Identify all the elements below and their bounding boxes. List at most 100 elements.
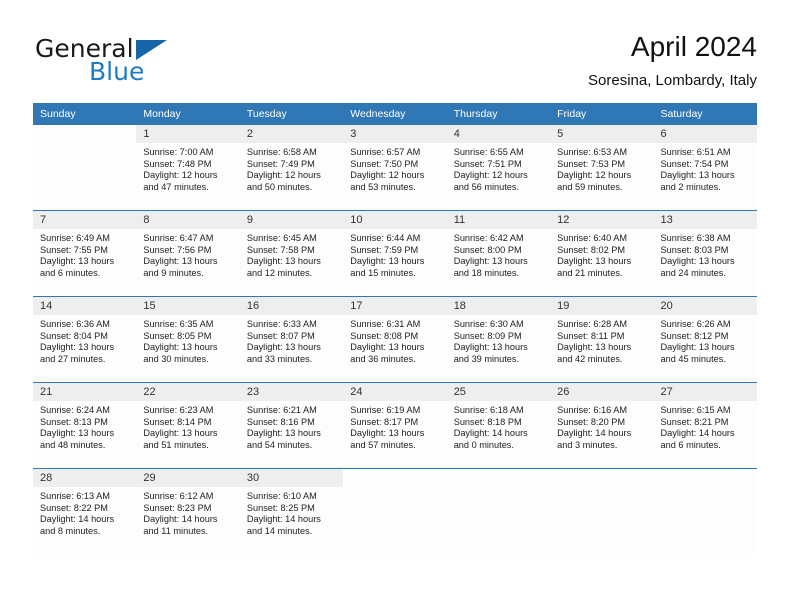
- day-number: 13: [653, 211, 757, 229]
- day-cell[interactable]: 20 Sunrise: 6:26 AM Sunset: 8:12 PM Dayl…: [653, 296, 757, 383]
- daylight-text-line2: and 15 minutes.: [350, 267, 416, 278]
- sunset-text: Sunset: 8:14 PM: [143, 416, 212, 427]
- day-details: Sunrise: 6:58 AM Sunset: 7:49 PM Dayligh…: [240, 143, 343, 193]
- day-cell[interactable]: 22 Sunrise: 6:23 AM Sunset: 8:14 PM Dayl…: [136, 382, 240, 469]
- sunset-text: Sunset: 8:08 PM: [350, 330, 419, 341]
- day-number: 18: [446, 297, 551, 315]
- day-cell[interactable]: 27 Sunrise: 6:15 AM Sunset: 8:21 PM Dayl…: [653, 382, 757, 469]
- day-number: [343, 469, 446, 487]
- day-cell[interactable]: 23 Sunrise: 6:21 AM Sunset: 8:16 PM Dayl…: [239, 382, 344, 469]
- day-details: Sunrise: 6:42 AM Sunset: 8:00 PM Dayligh…: [447, 229, 550, 279]
- daylight-text-line2: and 21 minutes.: [557, 267, 623, 278]
- daylight-text-line1: Daylight: 13 hours: [453, 342, 528, 353]
- day-number: 27: [653, 383, 757, 401]
- day-details: Sunrise: 6:23 AM Sunset: 8:14 PM Dayligh…: [136, 401, 239, 451]
- day-cell[interactable]: 16 Sunrise: 6:33 AM Sunset: 8:07 PM Dayl…: [239, 296, 344, 383]
- day-cell[interactable]: 5 Sunrise: 6:53 AM Sunset: 7:53 PM Dayli…: [550, 125, 654, 211]
- day-cell[interactable]: 18 Sunrise: 6:30 AM Sunset: 8:09 PM Dayl…: [446, 296, 551, 383]
- day-number: 23: [239, 383, 344, 401]
- day-cell[interactable]: [550, 468, 654, 554]
- day-cell[interactable]: 21 Sunrise: 6:24 AM Sunset: 8:13 PM Dayl…: [33, 382, 137, 469]
- day-details: [447, 487, 550, 491]
- day-cell[interactable]: 28 Sunrise: 6:13 AM Sunset: 8:22 PM Dayl…: [33, 468, 137, 554]
- day-details: Sunrise: 6:47 AM Sunset: 7:56 PM Dayligh…: [136, 229, 239, 279]
- daylight-text-line2: and 14 minutes.: [246, 525, 313, 536]
- weekday-header-tuesday: Tuesday: [239, 103, 344, 125]
- day-number: 20: [653, 297, 757, 315]
- day-cell[interactable]: 8 Sunrise: 6:47 AM Sunset: 7:56 PM Dayli…: [136, 210, 240, 297]
- daylight-text-line1: Daylight: 13 hours: [143, 342, 218, 353]
- day-cell[interactable]: 14 Sunrise: 6:36 AM Sunset: 8:04 PM Dayl…: [33, 296, 137, 383]
- sunrise-text: Sunrise: 6:45 AM: [246, 233, 317, 243]
- day-cell[interactable]: 30 Sunrise: 6:10 AM Sunset: 8:25 PM Dayl…: [239, 468, 344, 554]
- day-cell[interactable]: 3 Sunrise: 6:57 AM Sunset: 7:50 PM Dayli…: [343, 125, 447, 211]
- day-number: 9: [239, 211, 344, 229]
- day-cell[interactable]: 4 Sunrise: 6:55 AM Sunset: 7:51 PM Dayli…: [446, 125, 551, 211]
- daylight-text-line2: and 51 minutes.: [143, 439, 209, 450]
- sunset-text: Sunset: 7:55 PM: [40, 244, 108, 255]
- day-cell[interactable]: 17 Sunrise: 6:31 AM Sunset: 8:08 PM Dayl…: [343, 296, 447, 383]
- daylight-text-line1: Daylight: 14 hours: [453, 428, 528, 439]
- day-cell[interactable]: 7 Sunrise: 6:49 AM Sunset: 7:55 PM Dayli…: [33, 210, 137, 297]
- daylight-text-line2: and 33 minutes.: [246, 353, 313, 364]
- day-details: Sunrise: 6:53 AM Sunset: 7:53 PM Dayligh…: [550, 143, 653, 193]
- day-number: 16: [239, 297, 344, 315]
- day-cell[interactable]: 15 Sunrise: 6:35 AM Sunset: 8:05 PM Dayl…: [136, 296, 240, 383]
- day-number: [447, 469, 550, 487]
- sunset-text: Sunset: 8:03 PM: [660, 244, 729, 255]
- day-cell[interactable]: 11 Sunrise: 6:42 AM Sunset: 8:00 PM Dayl…: [446, 210, 551, 297]
- day-cell[interactable]: 24 Sunrise: 6:19 AM Sunset: 8:17 PM Dayl…: [343, 382, 447, 469]
- day-cell[interactable]: 13 Sunrise: 6:38 AM Sunset: 8:03 PM Dayl…: [653, 210, 757, 297]
- day-details: [343, 487, 446, 491]
- sunset-text: Sunset: 8:17 PM: [350, 416, 419, 427]
- day-cell[interactable]: 10 Sunrise: 6:44 AM Sunset: 7:59 PM Dayl…: [343, 210, 447, 297]
- daylight-text-line2: and 57 minutes.: [350, 439, 416, 450]
- day-cell[interactable]: [446, 468, 551, 554]
- sunset-text: Sunset: 8:11 PM: [557, 330, 625, 341]
- day-cell[interactable]: 12 Sunrise: 6:40 AM Sunset: 8:02 PM Dayl…: [550, 210, 654, 297]
- day-cell[interactable]: 9 Sunrise: 6:45 AM Sunset: 7:58 PM Dayli…: [239, 210, 344, 297]
- week-row: 1 Sunrise: 7:00 AM Sunset: 7:48 PM Dayli…: [33, 125, 757, 211]
- daylight-text-line1: Daylight: 12 hours: [143, 170, 218, 181]
- calendar-body: 1 Sunrise: 7:00 AM Sunset: 7:48 PM Dayli…: [33, 125, 757, 554]
- day-number: 19: [550, 297, 654, 315]
- sunrise-text: Sunrise: 6:30 AM: [453, 319, 524, 329]
- day-details: Sunrise: 6:19 AM Sunset: 8:17 PM Dayligh…: [343, 401, 446, 451]
- day-cell[interactable]: [33, 125, 137, 211]
- daylight-text-line1: Daylight: 13 hours: [40, 256, 115, 267]
- sunrise-text: Sunrise: 6:51 AM: [660, 147, 731, 157]
- day-cell[interactable]: 19 Sunrise: 6:28 AM Sunset: 8:11 PM Dayl…: [550, 296, 654, 383]
- sunset-text: Sunset: 8:02 PM: [557, 244, 626, 255]
- day-cell[interactable]: 2 Sunrise: 6:58 AM Sunset: 7:49 PM Dayli…: [239, 125, 344, 211]
- day-cell[interactable]: 1 Sunrise: 7:00 AM Sunset: 7:48 PM Dayli…: [136, 125, 240, 211]
- weekday-header-wednesday: Wednesday: [343, 103, 447, 125]
- day-cell[interactable]: 29 Sunrise: 6:12 AM Sunset: 8:23 PM Dayl…: [136, 468, 240, 554]
- daylight-text-line2: and 12 minutes.: [246, 267, 313, 278]
- day-cell[interactable]: 26 Sunrise: 6:16 AM Sunset: 8:20 PM Dayl…: [550, 382, 654, 469]
- day-cell[interactable]: 6 Sunrise: 6:51 AM Sunset: 7:54 PM Dayli…: [653, 125, 757, 211]
- day-cell[interactable]: 25 Sunrise: 6:18 AM Sunset: 8:18 PM Dayl…: [446, 382, 551, 469]
- brand-logo[interactable]: General Blue: [35, 35, 215, 87]
- sunset-text: Sunset: 8:22 PM: [40, 502, 108, 513]
- day-cell[interactable]: [653, 468, 757, 554]
- sunset-text: Sunset: 7:49 PM: [246, 158, 315, 169]
- day-details: Sunrise: 6:36 AM Sunset: 8:04 PM Dayligh…: [33, 315, 136, 365]
- daylight-text-line2: and 42 minutes.: [557, 353, 623, 364]
- sunrise-text: Sunrise: 6:47 AM: [143, 233, 214, 243]
- day-details: Sunrise: 6:45 AM Sunset: 7:58 PM Dayligh…: [240, 229, 343, 279]
- sunset-text: Sunset: 7:56 PM: [143, 244, 212, 255]
- sunrise-text: Sunrise: 6:31 AM: [350, 319, 421, 329]
- daylight-text-line1: Daylight: 13 hours: [557, 256, 632, 267]
- daylight-text-line1: Daylight: 12 hours: [246, 170, 321, 181]
- sunrise-text: Sunrise: 6:57 AM: [350, 147, 421, 157]
- sunrise-text: Sunrise: 6:33 AM: [246, 319, 317, 329]
- sunset-text: Sunset: 8:21 PM: [660, 416, 729, 427]
- day-number: 14: [33, 297, 137, 315]
- daylight-text-line2: and 0 minutes.: [453, 439, 514, 450]
- weekday-header-friday: Friday: [550, 103, 654, 125]
- day-cell[interactable]: [343, 468, 447, 554]
- day-details: Sunrise: 6:12 AM Sunset: 8:23 PM Dayligh…: [136, 487, 239, 537]
- day-number: 2: [239, 125, 344, 143]
- day-number: [654, 469, 757, 487]
- daylight-text-line1: Daylight: 14 hours: [660, 428, 735, 439]
